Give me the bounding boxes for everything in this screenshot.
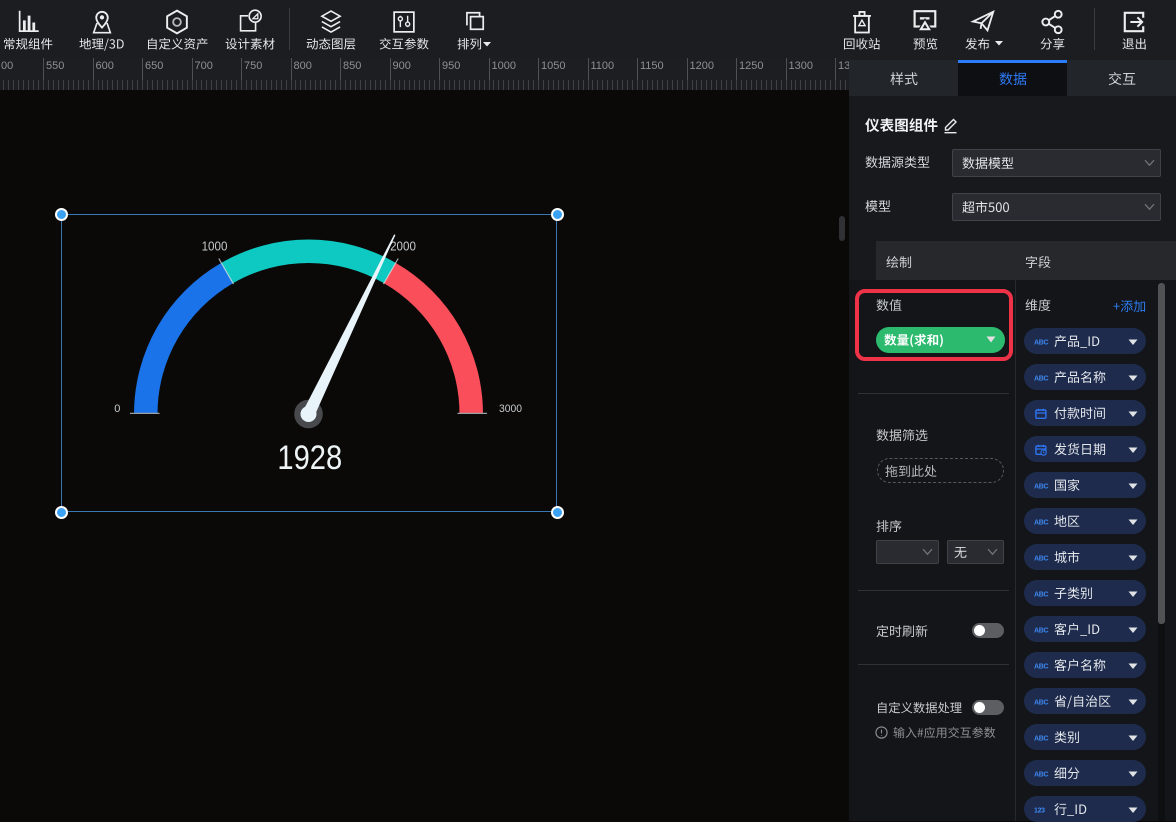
- svg-text:1000: 1000: [202, 239, 228, 254]
- svg-text:ABC: ABC: [1034, 771, 1049, 778]
- svg-text:1928: 1928: [277, 439, 342, 477]
- svg-text:ABC: ABC: [1034, 591, 1049, 598]
- svg-text:ABC: ABC: [1034, 519, 1049, 526]
- svg-text:ABC: ABC: [1034, 483, 1049, 490]
- svg-text:0: 0: [114, 403, 120, 415]
- svg-text:ABC: ABC: [1034, 735, 1049, 742]
- svg-text:ABC: ABC: [1034, 555, 1049, 562]
- svg-text:ABC: ABC: [1034, 663, 1049, 670]
- svg-text:3000: 3000: [499, 403, 522, 415]
- svg-text:123: 123: [1034, 807, 1045, 814]
- svg-text:2000: 2000: [390, 239, 416, 254]
- svg-text:ABC: ABC: [1034, 375, 1049, 382]
- svg-text:ABC: ABC: [1034, 627, 1049, 634]
- svg-text:ABC: ABC: [1034, 699, 1049, 706]
- svg-text:ABC: ABC: [1034, 339, 1049, 346]
